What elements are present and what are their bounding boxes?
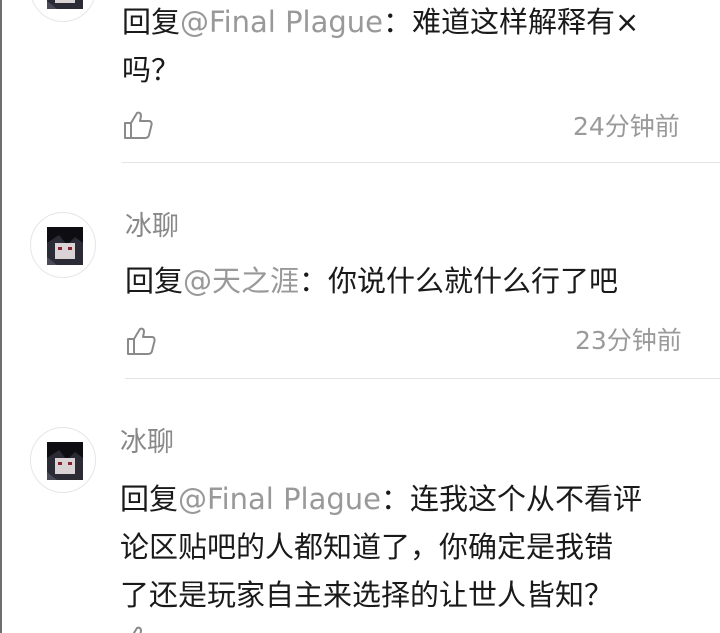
username[interactable]: 冰聊 — [120, 428, 174, 458]
thumbs-up-icon[interactable] — [122, 624, 154, 633]
username[interactable]: 冰聊 — [125, 212, 179, 242]
timestamp: 24分钟前 — [573, 112, 680, 141]
reply-separator: ： — [299, 264, 329, 298]
reply-prefix: 回复 — [125, 264, 184, 298]
comment-body: 回复@Final Plague：难道这样解释有× 吗？ — [122, 0, 639, 94]
comment-line: 论区贴吧的人都知道了，你确定是我错 — [120, 530, 614, 564]
comment-text: 你说什么就什么行了吧 — [328, 264, 619, 298]
comment-text: 连我这个从不看评 — [410, 482, 643, 516]
comment-line: 了还是玩家自主来选择的让世人皆知？ — [120, 578, 614, 612]
divider — [125, 378, 720, 379]
avatar[interactable] — [30, 427, 96, 493]
thumbs-up-icon[interactable] — [125, 325, 157, 357]
comment-text: 难道这样解释有× — [412, 5, 640, 39]
reply-separator: ： — [383, 5, 413, 39]
reply-prefix: 回复 — [120, 482, 179, 516]
comment-body: 回复@天之涯：你说什么就什么行了吧 — [125, 257, 618, 305]
thumbs-up-icon[interactable] — [122, 109, 154, 141]
comment-body: 回复@Final Plague：连我这个从不看评 论区贴吧的人都知道了，你确定是… — [120, 475, 642, 619]
comment-line: 回复@Final Plague：难道这样解释有× — [122, 0, 639, 46]
mention-link[interactable]: @天之涯 — [183, 264, 299, 298]
left-edge-border — [0, 0, 2, 633]
comment-line: 回复@天之涯：你说什么就什么行了吧 — [125, 257, 618, 305]
reply-separator: ： — [381, 482, 411, 516]
comment-line: 吗？ — [122, 53, 181, 87]
avatar[interactable] — [30, 0, 96, 22]
mention-link[interactable]: @Final Plague — [180, 5, 383, 39]
comment-thread: 回复@Final Plague：难道这样解释有× 吗？ 24分钟前 冰聊 回复@… — [0, 0, 720, 633]
reply-prefix: 回复 — [122, 5, 181, 39]
avatar[interactable] — [30, 212, 96, 278]
mention-link[interactable]: @Final Plague — [178, 482, 381, 516]
comment-line: 回复@Final Plague：连我这个从不看评 — [120, 475, 642, 523]
divider — [122, 162, 720, 163]
timestamp: 23分钟前 — [575, 326, 682, 355]
